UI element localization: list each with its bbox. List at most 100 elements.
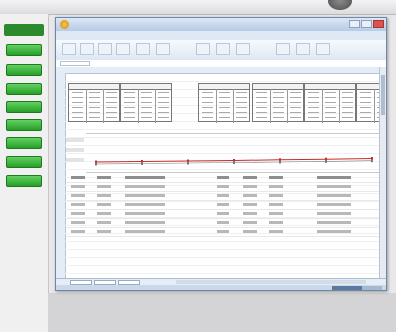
y-axis-tick bbox=[66, 138, 84, 142]
schedule-entry bbox=[256, 117, 267, 118]
schedule-entry bbox=[106, 112, 117, 113]
launcher-button-1[interactable] bbox=[6, 44, 42, 56]
schedule-header bbox=[121, 84, 171, 90]
table-cell bbox=[71, 203, 85, 206]
schedule-entry bbox=[89, 92, 100, 93]
schedule-entry bbox=[89, 112, 100, 113]
column-headers bbox=[56, 67, 382, 74]
sort-icon[interactable] bbox=[296, 43, 310, 55]
format-icon[interactable] bbox=[236, 43, 250, 55]
style-icon[interactable] bbox=[156, 43, 170, 55]
insert-icon[interactable] bbox=[196, 43, 210, 55]
table-cell bbox=[269, 185, 283, 188]
launcher-button-8[interactable] bbox=[6, 175, 42, 187]
number-format-icon[interactable] bbox=[136, 43, 150, 55]
schedule-entry bbox=[273, 92, 284, 93]
schedule-entry bbox=[202, 117, 213, 118]
table-cell bbox=[97, 212, 111, 215]
schedule-entry bbox=[72, 92, 83, 93]
table-cell bbox=[217, 203, 229, 206]
grid-row-line bbox=[65, 81, 382, 82]
name-box[interactable] bbox=[60, 61, 90, 66]
schedule-entry bbox=[236, 97, 247, 98]
table-cell bbox=[269, 221, 283, 224]
schedule-entry bbox=[158, 117, 169, 118]
schedule-entry bbox=[360, 92, 371, 93]
table-cell bbox=[125, 212, 165, 215]
table-header-row bbox=[67, 174, 382, 183]
paste-icon[interactable] bbox=[62, 43, 76, 55]
table-cell bbox=[71, 176, 85, 179]
schedule-entry bbox=[308, 97, 319, 98]
close-button[interactable] bbox=[373, 20, 384, 28]
horizontal-scrollbar[interactable] bbox=[176, 280, 366, 284]
table-row bbox=[67, 201, 382, 210]
schedule-entry bbox=[342, 97, 353, 98]
table-cell bbox=[269, 212, 283, 215]
bold-icon[interactable] bbox=[98, 43, 112, 55]
schedule-entry bbox=[360, 107, 371, 108]
table-row bbox=[67, 183, 382, 192]
schedule-divider bbox=[339, 89, 340, 123]
launcher-button-6[interactable] bbox=[6, 137, 42, 149]
find-icon[interactable] bbox=[316, 43, 330, 55]
zoom-level bbox=[332, 286, 362, 290]
schedule-entry bbox=[342, 92, 353, 93]
launcher-button-2[interactable] bbox=[6, 64, 42, 76]
table-cell bbox=[125, 230, 165, 233]
table-cell bbox=[269, 230, 283, 233]
schedule-entry bbox=[106, 92, 117, 93]
table-cell bbox=[125, 176, 165, 179]
schedule-header bbox=[305, 84, 355, 90]
schedule-entry bbox=[290, 92, 301, 93]
trend-marker bbox=[233, 161, 235, 164]
launcher-button-7[interactable] bbox=[6, 156, 42, 168]
office-button-icon[interactable] bbox=[60, 20, 69, 29]
table-row bbox=[67, 210, 382, 219]
schedule-entry bbox=[89, 97, 100, 98]
schedule-entry bbox=[360, 112, 371, 113]
schedule-entry bbox=[124, 107, 135, 108]
scroll-thumb[interactable] bbox=[381, 75, 385, 115]
launcher-panel bbox=[0, 14, 49, 332]
trend-svg bbox=[95, 157, 373, 166]
launcher-button-3[interactable] bbox=[6, 83, 42, 95]
schedule-entry bbox=[141, 92, 152, 93]
schedule-entry bbox=[342, 102, 353, 103]
schedule-entry bbox=[273, 97, 284, 98]
table-cell bbox=[269, 194, 283, 197]
schedule-entry bbox=[124, 97, 135, 98]
table-cell bbox=[217, 176, 229, 179]
launcher-button-4[interactable] bbox=[6, 101, 42, 113]
schedule-divider bbox=[155, 89, 156, 123]
table-cell bbox=[97, 176, 111, 179]
schedule-entry bbox=[308, 102, 319, 103]
launcher-header bbox=[4, 24, 44, 36]
grid-row-line bbox=[65, 241, 382, 242]
worksheet[interactable] bbox=[56, 67, 382, 278]
schedule-entry bbox=[290, 102, 301, 103]
table-cell bbox=[317, 176, 351, 179]
schedule-header bbox=[69, 84, 119, 90]
schedule-entry bbox=[273, 102, 284, 103]
status-bar bbox=[56, 285, 386, 290]
align-icon[interactable] bbox=[116, 43, 130, 55]
schedule-entry bbox=[219, 117, 230, 118]
schedule-entry bbox=[72, 97, 83, 98]
sum-icon[interactable] bbox=[276, 43, 290, 55]
delete-icon[interactable] bbox=[216, 43, 230, 55]
schedule-entry bbox=[308, 92, 319, 93]
table-cell bbox=[125, 221, 165, 224]
table-cell bbox=[97, 194, 111, 197]
schedule-entry bbox=[308, 117, 319, 118]
vertical-scrollbar[interactable] bbox=[379, 67, 386, 278]
table-cell bbox=[217, 230, 229, 233]
zoom-slider[interactable] bbox=[332, 286, 382, 290]
table-cell bbox=[269, 203, 283, 206]
maximize-button[interactable] bbox=[361, 20, 372, 28]
font-icon[interactable] bbox=[80, 43, 94, 55]
launcher-button-5[interactable] bbox=[6, 119, 42, 131]
schedule-entry bbox=[360, 97, 371, 98]
minimize-button[interactable] bbox=[349, 20, 360, 28]
schedule-entry bbox=[202, 112, 213, 113]
